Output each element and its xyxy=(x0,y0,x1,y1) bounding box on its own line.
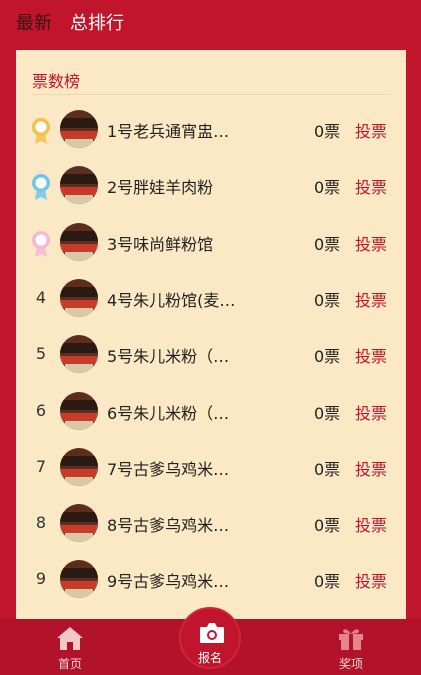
vote-button[interactable]: 投票 xyxy=(355,343,387,367)
vote-count: 0票 xyxy=(314,234,341,254)
medal-icon xyxy=(32,118,50,144)
shop-avatar[interactable] xyxy=(60,447,98,486)
tab-total-ranking[interactable]: 总排行 xyxy=(70,12,124,36)
ranking-row: 6 6号朱儿米粉（… 0票 投票 xyxy=(16,383,406,439)
vote-count: 0票 xyxy=(314,178,341,198)
rank-number: 6 xyxy=(35,400,47,420)
vote-button[interactable]: 投票 xyxy=(355,118,387,142)
medal-icon xyxy=(32,230,50,257)
vote-button[interactable]: 投票 xyxy=(355,400,387,424)
vote-button[interactable]: 投票 xyxy=(355,231,387,255)
shop-avatar[interactable] xyxy=(60,335,98,374)
gift-icon xyxy=(339,629,363,650)
vote-button[interactable]: 投票 xyxy=(355,568,387,592)
shop-name[interactable]: 1号老兵通宵盅… xyxy=(107,118,253,142)
divider xyxy=(32,94,390,95)
rank-number: 7 xyxy=(35,456,47,476)
vote-count: 0票 xyxy=(314,459,341,479)
shop-name[interactable]: 8号古爹乌鸡米… xyxy=(107,512,253,536)
medal-icon xyxy=(32,174,50,201)
vote-count: 0票 xyxy=(314,403,341,423)
rank-number: 9 xyxy=(35,569,47,589)
tab-latest[interactable]: 最新 xyxy=(16,12,52,36)
ranking-row: 8 8号古爹乌鸡米… 0票 投票 xyxy=(16,495,406,551)
ranking-row: 4 4号朱儿粉馆(麦… 0票 投票 xyxy=(16,270,406,326)
top-tab-bar: 最新 总排行 xyxy=(0,0,421,50)
home-icon xyxy=(57,627,83,650)
shop-name[interactable]: 3号味尚鲜粉馆 xyxy=(107,231,253,255)
vote-count: 0票 xyxy=(314,122,341,141)
ranking-row: 5 5号朱儿米粉（… 0票 投票 xyxy=(16,326,406,382)
ranking-panel: 票数榜 1号老兵通宵盅… 0票 投票 2号胖娃羊肉粉 0票 投票 3号味尚鲜粉馆 0票 投票 4 4… xyxy=(16,50,406,620)
rank-number: 8 xyxy=(35,513,47,533)
shop-name[interactable]: 7号古爹乌鸡米… xyxy=(107,456,253,480)
ranking-row: 3号味尚鲜粉馆 0票 投票 xyxy=(16,214,406,270)
ranking-row: 9 9号古爹乌鸡米… 0票 投票 xyxy=(16,551,406,607)
vote-count: 0票 xyxy=(314,516,341,536)
vote-count: 0票 xyxy=(314,347,341,367)
ranking-row: 7 7号古爹乌鸡米… 0票 投票 xyxy=(16,439,406,495)
nav-prize[interactable]: 奖项 xyxy=(316,619,386,675)
shop-name[interactable]: 4号朱儿粉馆(麦… xyxy=(107,287,253,311)
shop-avatar[interactable] xyxy=(60,391,98,430)
vote-button[interactable]: 投票 xyxy=(355,512,387,536)
vote-button[interactable]: 投票 xyxy=(355,456,387,480)
nav-prize-label: 奖项 xyxy=(338,657,363,671)
shop-avatar[interactable] xyxy=(60,560,98,599)
vote-button[interactable]: 投票 xyxy=(355,174,387,198)
shop-avatar[interactable] xyxy=(60,278,98,317)
nav-home[interactable]: 首页 xyxy=(35,619,105,675)
vote-count: 0票 xyxy=(314,290,341,310)
shop-avatar[interactable] xyxy=(60,110,98,148)
rank-number: 5 xyxy=(35,344,47,364)
shop-name[interactable]: 2号胖娃羊肉粉 xyxy=(107,174,253,198)
signup-label: 报名 xyxy=(197,651,222,665)
panel-title: 票数榜 xyxy=(32,72,81,91)
signup-button[interactable]: 报名 xyxy=(179,607,241,669)
nav-home-label: 首页 xyxy=(57,657,82,671)
shop-avatar[interactable] xyxy=(60,504,98,543)
ranking-row: 1号老兵通宵盅… 0票 投票 xyxy=(16,101,406,157)
rank-number: 4 xyxy=(35,287,47,307)
vote-count: 0票 xyxy=(314,572,341,592)
shop-avatar[interactable] xyxy=(60,222,98,261)
shop-avatar[interactable] xyxy=(60,166,98,205)
shop-name[interactable]: 6号朱儿米粉（… xyxy=(107,400,253,424)
shop-name[interactable]: 5号朱儿米粉（… xyxy=(107,343,253,367)
vote-button[interactable]: 投票 xyxy=(355,287,387,311)
shop-name[interactable]: 9号古爹乌鸡米… xyxy=(107,568,253,592)
ranking-row: 2号胖娃羊肉粉 0票 投票 xyxy=(16,157,406,213)
camera-icon xyxy=(200,623,224,643)
